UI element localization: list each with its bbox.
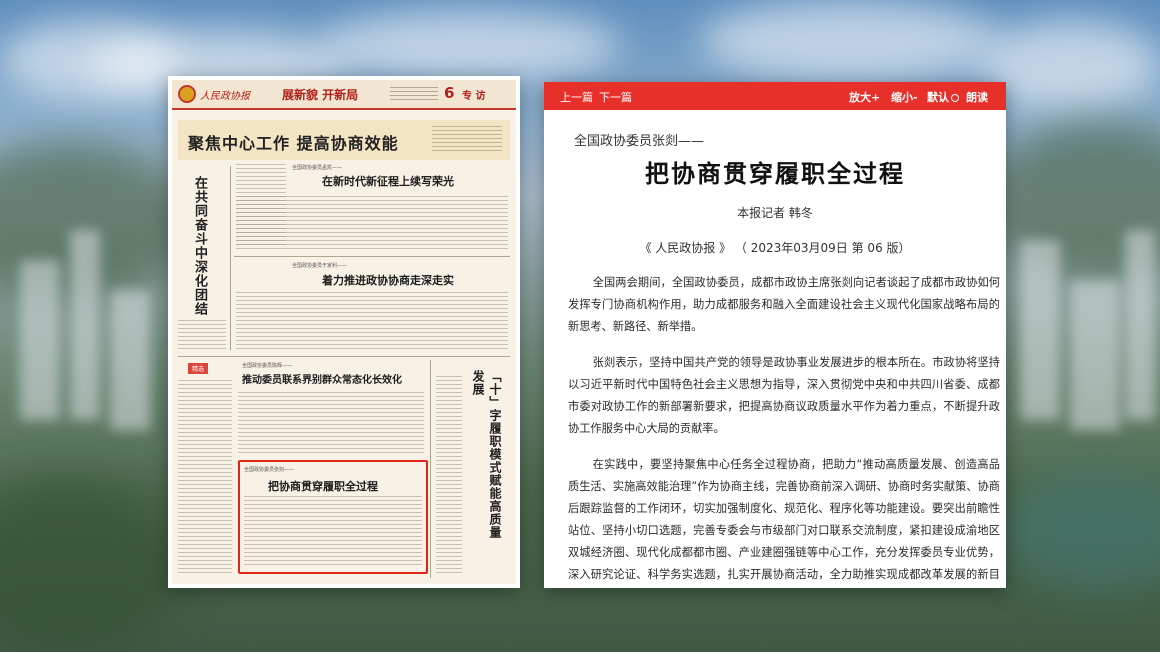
article-kicker: 全国政协委员张剡—— bbox=[574, 134, 705, 149]
article-paragraph: 全国两会期间，全国政协委员，成都市政协主席张剡向记者谈起了成都市政协如何发挥专门… bbox=[568, 276, 1000, 333]
section-label: 专 访 bbox=[462, 91, 486, 102]
prev-article-link[interactable]: 上一篇 bbox=[560, 89, 593, 105]
issue-info bbox=[390, 87, 438, 103]
article-source: 《 人民政协报 》 （ 2023年03月09日 第 06 版） bbox=[639, 241, 911, 255]
article-headline[interactable]: 在新时代新征程上续写荣光 bbox=[322, 173, 454, 189]
article-paragraph: 在实践中，要坚持聚焦中心任务全过程协商，把助力“推动高质量发展、创造高品质生活、… bbox=[568, 458, 1000, 581]
newspaper-page[interactable]: 人民政协报 展新貌 开新局 6 专 访 聚焦中心工作 提高协商效能 在共同奋斗中… bbox=[172, 80, 516, 584]
text-block bbox=[178, 320, 226, 350]
text-block bbox=[236, 292, 508, 350]
lead-note bbox=[432, 126, 502, 154]
selected-article-highlight[interactable] bbox=[238, 460, 428, 574]
text-block bbox=[178, 380, 232, 576]
newspaper-brand: 人民政协报 bbox=[200, 91, 250, 102]
column-title: 展新貌 开新局 bbox=[282, 88, 359, 102]
reset-size-label: 默认 bbox=[927, 91, 949, 104]
vertical-headline-1: 在共同奋斗中深化团结 bbox=[192, 176, 207, 316]
zoom-in-button[interactable]: 放大+ bbox=[849, 89, 880, 105]
newspaper-page-card[interactable]: 人民政协报 展新貌 开新局 6 专 访 聚焦中心工作 提高协商效能 在共同奋斗中… bbox=[168, 76, 520, 588]
article-body: 全国两会期间，全国政协委员，成都市政协主席张剡向记者谈起了成都市政协如何发挥专门… bbox=[568, 272, 1000, 588]
page-number: 6 bbox=[444, 84, 455, 102]
reader-toolbar: 上一篇 下一篇 放大+ 缩小- 默认 朗读 bbox=[544, 82, 1006, 110]
article-reader: 上一篇 下一篇 放大+ 缩小- 默认 朗读 全国政协委员张剡—— 把协商贯穿履职… bbox=[544, 82, 1006, 588]
text-block bbox=[436, 376, 462, 576]
article-kicker: 全国政协委员陈辉—— bbox=[242, 363, 293, 369]
lead-banner: 聚焦中心工作 提高协商效能 bbox=[178, 120, 510, 160]
article-headline[interactable]: 推动委员联系界别群众常态化长效化 bbox=[242, 371, 402, 386]
circle-icon bbox=[951, 94, 959, 102]
vertical-headline-2: 「十」字履职模式赋能高质量发展 bbox=[471, 370, 502, 539]
article-kicker: 全国政协委员孟凯—— bbox=[292, 165, 343, 171]
newspaper-masthead: 人民政协报 展新貌 开新局 6 专 访 bbox=[172, 80, 516, 110]
article-title: 把协商贯穿履职全过程 bbox=[645, 160, 905, 188]
reset-size-button[interactable]: 默认 bbox=[927, 89, 959, 105]
text-block bbox=[238, 392, 424, 454]
lead-headline: 聚焦中心工作 提高协商效能 bbox=[188, 134, 399, 153]
article-headline[interactable]: 着力推进政协协商走深走实 bbox=[322, 272, 454, 288]
text-block bbox=[236, 196, 508, 252]
zoom-out-button[interactable]: 缩小- bbox=[891, 89, 918, 105]
emblem-icon bbox=[178, 85, 196, 103]
article-paragraph: 张剡表示，坚持中国共产党的领导是政协事业发展进步的根本所在。市政协将坚持以习近平… bbox=[568, 356, 1000, 435]
next-article-link[interactable]: 下一篇 bbox=[599, 89, 632, 105]
read-aloud-button[interactable]: 朗读 bbox=[966, 89, 988, 105]
article-byline: 本报记者 韩冬 bbox=[737, 206, 813, 220]
featured-tag: 精选 bbox=[188, 363, 209, 374]
article-kicker: 全国政协委员于家利—— bbox=[292, 263, 348, 269]
